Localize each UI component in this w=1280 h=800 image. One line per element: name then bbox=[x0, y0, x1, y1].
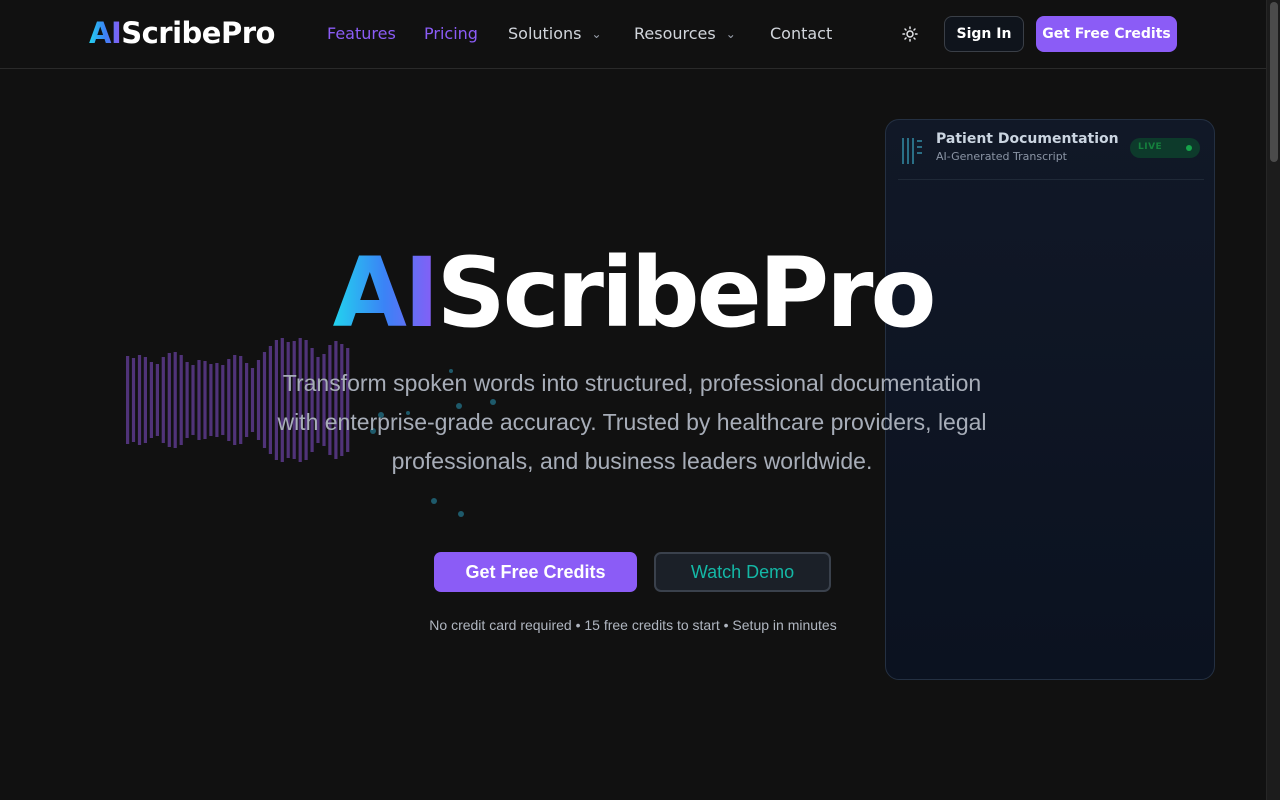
chevron-down-icon: ⌄ bbox=[725, 27, 736, 41]
card-divider bbox=[898, 179, 1204, 180]
logo-rest-text: ScribePro bbox=[121, 16, 275, 50]
waveform-bar bbox=[179, 355, 183, 445]
live-status-badge: LIVE bbox=[1130, 138, 1200, 158]
live-indicator-dot bbox=[1186, 145, 1192, 151]
hero-subtitle: Transform spoken words into structured, … bbox=[277, 370, 987, 474]
waveform-bar bbox=[143, 357, 147, 443]
get-free-credits-nav-button[interactable]: Get Free Credits bbox=[1036, 16, 1177, 52]
waveform-bar bbox=[185, 362, 189, 438]
card-title: Patient Documentation bbox=[936, 131, 1119, 147]
brand-logo[interactable]: AIScribePro bbox=[89, 16, 275, 50]
watch-demo-button[interactable]: Watch Demo bbox=[654, 552, 831, 592]
waveform-bar bbox=[233, 355, 237, 445]
transcript-icon bbox=[902, 138, 922, 164]
page-scrollbar[interactable] bbox=[1266, 0, 1280, 800]
waveform-bar bbox=[209, 364, 213, 436]
nav-dropdown-solutions[interactable]: Solutions ⌄ bbox=[508, 24, 602, 43]
sun-icon bbox=[902, 26, 918, 42]
chevron-down-icon: ⌄ bbox=[591, 27, 602, 41]
hero-title-ai: AI bbox=[332, 237, 440, 349]
waveform-bar bbox=[191, 365, 195, 435]
waveform-bar bbox=[167, 353, 171, 447]
waveform-bar bbox=[197, 360, 201, 440]
scrollbar-thumb[interactable] bbox=[1270, 2, 1278, 162]
waveform-bar bbox=[203, 361, 207, 439]
nav-link-pricing[interactable]: Pricing bbox=[424, 24, 478, 43]
waveform-bar bbox=[256, 360, 261, 440]
waveform-bar bbox=[221, 365, 225, 435]
particle-dot bbox=[431, 498, 437, 504]
nav-link-features[interactable]: Features bbox=[327, 24, 396, 43]
waveform-bar bbox=[149, 362, 153, 438]
waveform-bar bbox=[250, 368, 255, 432]
hero-title: AIScribePro bbox=[0, 238, 1266, 348]
card-subtitle: AI-Generated Transcript bbox=[936, 150, 1067, 163]
waveform-bar bbox=[245, 363, 249, 437]
nav-dropdown-label: Resources bbox=[634, 24, 716, 43]
waveform-bar bbox=[137, 355, 142, 445]
waveform-bar bbox=[155, 364, 159, 436]
waveform-bar bbox=[161, 357, 165, 443]
hero-title-rest: ScribePro bbox=[436, 237, 937, 349]
nav-dropdown-label: Solutions bbox=[508, 24, 582, 43]
waveform-bar bbox=[215, 363, 219, 437]
nav-link-contact[interactable]: Contact bbox=[770, 24, 832, 43]
logo-ai-text: AI bbox=[89, 16, 122, 50]
nav-dropdown-resources[interactable]: Resources ⌄ bbox=[634, 24, 736, 43]
theme-toggle-button[interactable] bbox=[900, 24, 920, 44]
waveform-bar bbox=[227, 359, 231, 441]
hero-note: No credit card required • 15 free credit… bbox=[429, 617, 837, 633]
waveform-bar bbox=[173, 352, 177, 448]
top-navbar: AIScribePro Features Pricing Solutions ⌄ … bbox=[0, 0, 1266, 69]
live-badge-label: LIVE bbox=[1138, 142, 1163, 152]
particle-dot bbox=[458, 511, 464, 517]
get-free-credits-hero-button[interactable]: Get Free Credits bbox=[434, 552, 637, 592]
waveform-bar bbox=[126, 356, 130, 444]
sign-in-button[interactable]: Sign In bbox=[944, 16, 1024, 52]
waveform-bar bbox=[131, 358, 136, 442]
waveform-bar bbox=[239, 356, 243, 444]
